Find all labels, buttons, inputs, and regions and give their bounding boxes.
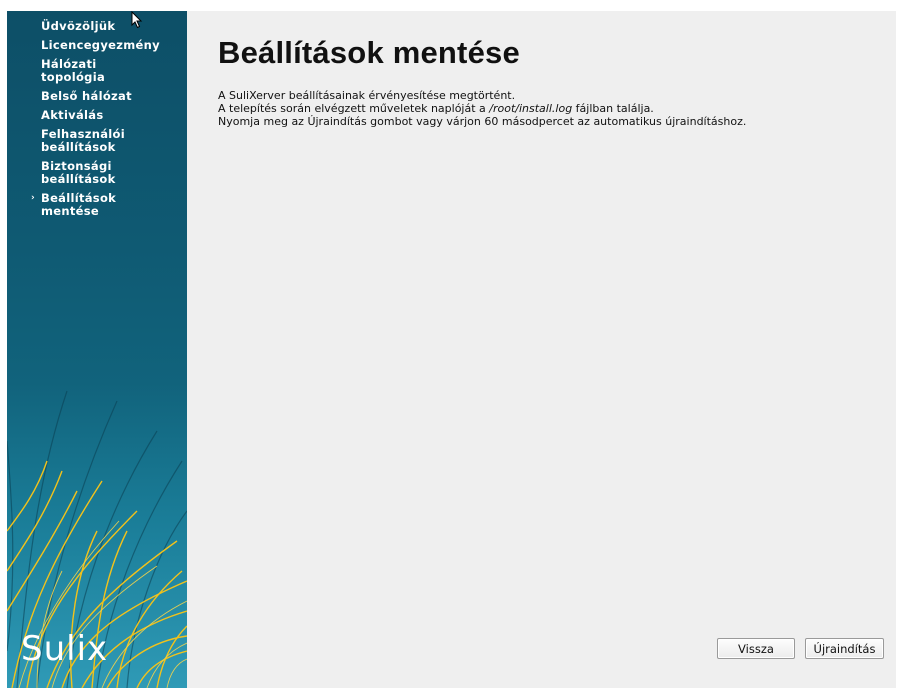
log-path: /root/install.log <box>489 102 573 115</box>
sidebar: Üdvözöljük Licencegyezmény Hálózati topo… <box>7 11 187 688</box>
sidebar-item-network-topology: Hálózati topológia <box>7 58 111 84</box>
main-content: Beállítások mentése A SuliXerver beállít… <box>187 11 896 688</box>
sidebar-item-license: Licencegyezmény <box>7 39 187 52</box>
sidebar-item-label: Hálózati topológia <box>41 57 106 84</box>
message-line-log: A telepítés során elvégzett műveletek na… <box>218 102 746 115</box>
sidebar-item-internal-network: Belső hálózat <box>7 90 187 103</box>
log-text-before: A telepítés során elvégzett műveletek na… <box>218 102 490 115</box>
sidebar-item-label: Biztonsági beállítások <box>41 159 116 186</box>
sidebar-item-label: Beállítások mentése <box>41 191 117 218</box>
sidebar-item-security-settings: Biztonsági beállítások <box>7 160 131 186</box>
page-title: Beállítások mentése <box>218 35 520 70</box>
installer-window: Üdvözöljük Licencegyezmény Hálózati topo… <box>7 11 896 688</box>
sidebar-item-label: Belső hálózat <box>41 89 132 103</box>
message-line-applied: A SuliXerver beállításainak érvényesítés… <box>218 89 516 102</box>
log-text-after: fájlban találja. <box>572 102 654 115</box>
sidebar-item-label: Aktiválás <box>41 108 104 122</box>
sidebar-item-label: Licencegyezmény <box>41 38 160 52</box>
sidebar-item-label: Felhasználói beállítások <box>41 127 125 154</box>
message-body: A SuliXerver beállításainak érvényesítés… <box>218 89 746 128</box>
sidebar-item-save-settings: › Beállítások mentése <box>7 192 121 218</box>
sidebar-steps: Üdvözöljük Licencegyezmény Hálózati topo… <box>7 20 187 224</box>
message-line-reboot: Nyomja meg az Újraindítás gombot vagy vá… <box>218 115 747 128</box>
sidebar-item-activation: Aktiválás <box>7 109 187 122</box>
reboot-button[interactable]: Újraindítás <box>805 638 884 659</box>
current-step-arrow-icon: › <box>31 193 36 203</box>
sulix-logo: Sulix <box>21 629 109 669</box>
sidebar-item-user-settings: Felhasználói beállítások <box>7 128 131 154</box>
sidebar-item-welcome: Üdvözöljük <box>7 20 187 33</box>
back-button[interactable]: Vissza <box>717 638 795 659</box>
sidebar-item-label: Üdvözöljük <box>41 19 116 33</box>
